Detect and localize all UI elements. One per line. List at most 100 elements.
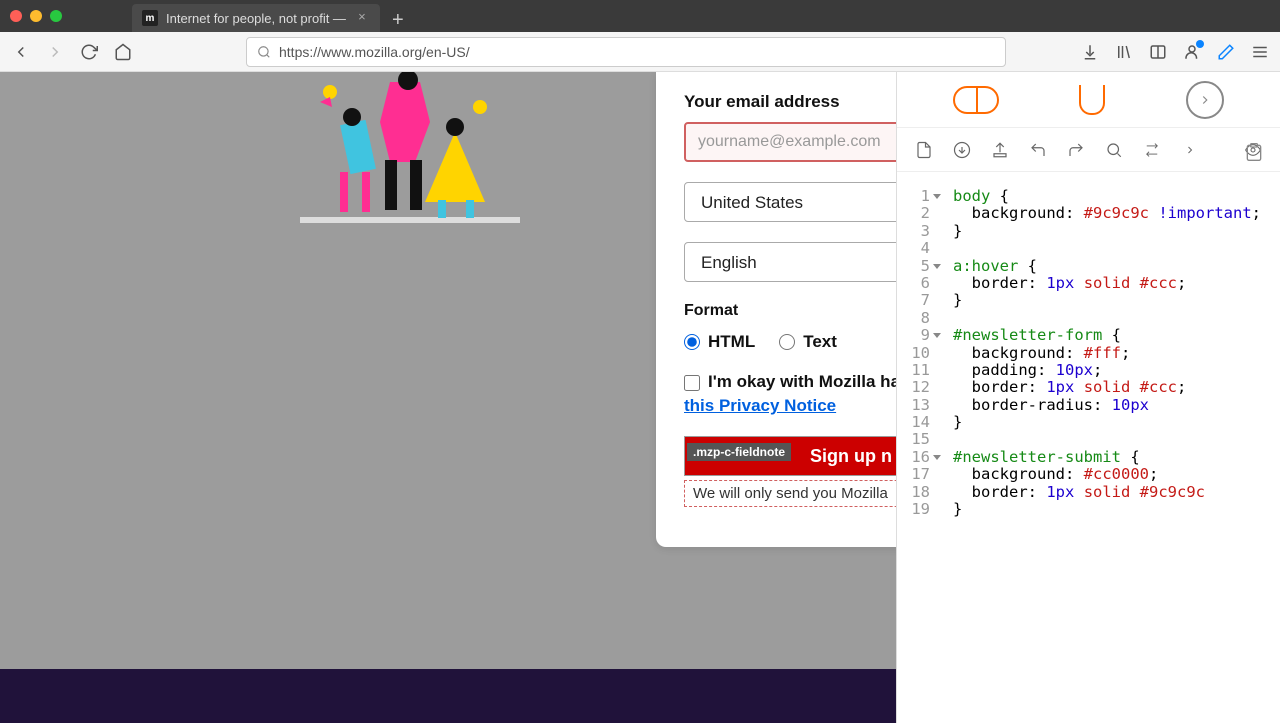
consent-checkbox-row[interactable]: I'm okay with Mozilla handling [684,372,896,392]
home-button[interactable] [112,41,134,63]
privacy-link[interactable]: this Privacy Notice [684,396,896,416]
css-editor[interactable]: 12345678910111213141516171819 body { bac… [897,172,1280,723]
gutter-line: 6 [897,275,941,292]
back-button[interactable] [10,41,32,63]
fold-icon[interactable] [933,455,941,460]
hero-illustration [270,72,550,232]
panel-header [897,72,1280,128]
wrap-icon[interactable] [1141,139,1163,161]
menu-icon[interactable] [1250,42,1270,62]
code-line[interactable]: #newsletter-submit { [953,449,1280,466]
toggle-icon[interactable] [953,86,999,114]
sidebar-icon[interactable] [1148,42,1168,62]
toolbar-right [1080,42,1270,62]
clipboard-icon[interactable] [1244,140,1266,166]
code-line[interactable]: padding: 10px; [953,362,1280,379]
code-line[interactable]: background: #fff; [953,345,1280,362]
gutter-line: 19 [897,501,941,518]
close-window-button[interactable] [10,10,22,22]
browser-tab[interactable]: m Internet for people, not profit — × [132,4,380,32]
library-icon[interactable] [1114,42,1134,62]
gutter-line: 9 [897,327,941,344]
window-controls [10,10,62,22]
code-line[interactable]: border: 1px solid #ccc; [953,379,1280,396]
country-select[interactable]: United States [684,182,896,222]
code-line[interactable]: body { [953,188,1280,205]
radio-text-input[interactable] [779,334,795,350]
gutter-line: 15 [897,431,941,448]
code-line[interactable]: background: #cc0000; [953,466,1280,483]
reload-button[interactable] [78,41,100,63]
titlebar: m Internet for people, not profit — × + [0,0,1280,32]
url-bar[interactable]: https://www.mozilla.org/en-US/ [246,37,1006,67]
fold-icon[interactable] [933,194,941,199]
new-tab-button[interactable]: + [380,9,416,32]
export-icon[interactable] [989,139,1011,161]
format-label: Format [684,302,896,320]
code-line[interactable] [953,310,1280,327]
tab-strip: m Internet for people, not profit — × + [132,0,416,32]
edit-icon[interactable] [1216,42,1236,62]
format-radios: HTML Text [684,332,896,352]
code-line[interactable]: #newsletter-form { [953,327,1280,344]
fold-icon[interactable] [933,264,941,269]
close-tab-button[interactable]: × [354,10,370,26]
code-area[interactable]: body { background: #9c9c9c !important;} a… [945,188,1280,723]
download-icon[interactable] [951,139,973,161]
collapse-panel-button[interactable] [1186,81,1224,119]
code-line[interactable]: } [953,292,1280,309]
forward-button[interactable] [44,41,66,63]
gutter-line: 5 [897,258,941,275]
panel-toolbar [897,128,1280,172]
gutter-line: 3 [897,223,941,240]
signup-button-label: Sign up n [810,446,892,466]
code-line[interactable] [953,431,1280,448]
language-select[interactable]: English [684,242,896,282]
gutter-line: 12 [897,379,941,396]
gutter-line: 2 [897,205,941,222]
code-line[interactable]: } [953,414,1280,431]
radio-text[interactable]: Text [779,332,837,352]
new-file-icon[interactable] [913,139,935,161]
devtools-panel: 12345678910111213141516171819 body { bac… [896,72,1280,723]
code-line[interactable] [953,240,1280,257]
downloads-icon[interactable] [1080,42,1100,62]
consent-checkbox[interactable] [684,375,700,391]
code-line[interactable]: } [953,501,1280,518]
account-icon[interactable] [1182,42,1202,62]
fieldnote: We will only send you Mozilla [684,480,896,507]
radio-html-input[interactable] [684,334,700,350]
page-viewport[interactable]: Your email address United States English… [0,72,896,723]
radio-html[interactable]: HTML [684,332,755,352]
gutter-line: 8 [897,310,941,327]
email-field[interactable] [684,122,896,162]
gutter-line: 17 [897,466,941,483]
code-line[interactable]: background: #9c9c9c !important; [953,205,1280,222]
tab-title: Internet for people, not profit — [166,11,346,26]
gutter-line: 10 [897,345,941,362]
fold-icon[interactable] [933,333,941,338]
gutter-line: 4 [897,240,941,257]
page-footer [0,669,896,723]
code-line[interactable]: } [953,223,1280,240]
gutter-line: 11 [897,362,941,379]
code-line[interactable]: border-radius: 10px [953,397,1280,414]
radio-text-label: Text [803,332,837,352]
code-line[interactable]: border: 1px solid #ccc; [953,275,1280,292]
code-line[interactable]: border: 1px solid #9c9c9c [953,484,1280,501]
search-icon[interactable] [1103,139,1125,161]
redo-icon[interactable] [1065,139,1087,161]
code-line[interactable]: a:hover { [953,258,1280,275]
gutter-line: 18 [897,484,941,501]
maximize-window-button[interactable] [50,10,62,22]
content-area: Your email address United States English… [0,72,1280,723]
chevron-right-icon[interactable] [1179,139,1201,161]
magnet-icon[interactable] [1079,85,1105,115]
gutter: 12345678910111213141516171819 [897,188,945,723]
gutter-line: 16 [897,449,941,466]
undo-icon[interactable] [1027,139,1049,161]
signup-button[interactable]: .mzp-c-fieldnote Sign up n [684,436,896,476]
radio-html-label: HTML [708,332,755,352]
gutter-line: 13 [897,397,941,414]
minimize-window-button[interactable] [30,10,42,22]
